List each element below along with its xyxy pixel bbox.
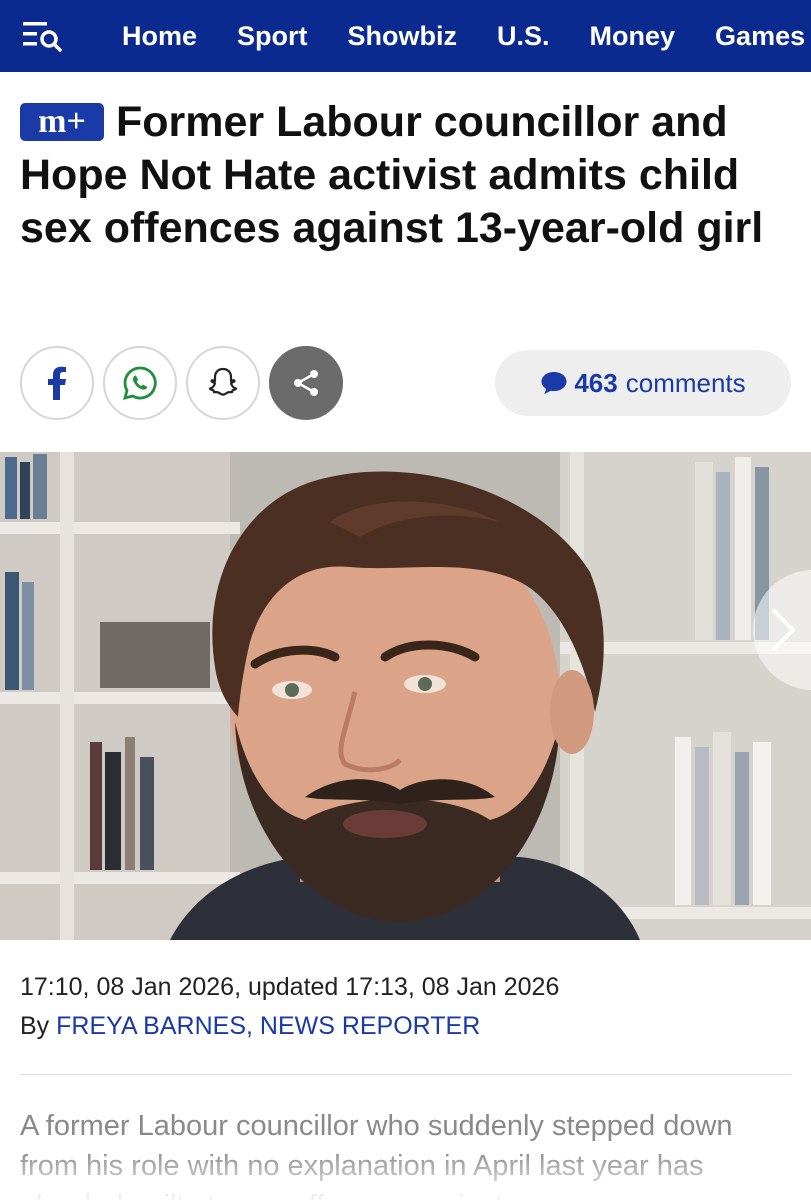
menu-search-button[interactable] bbox=[0, 0, 84, 72]
comments-count: 463 bbox=[574, 367, 618, 398]
nav-item-sport[interactable]: Sport bbox=[237, 21, 308, 52]
hero-photo-illustration bbox=[0, 452, 811, 940]
nav-item-showbiz[interactable]: Showbiz bbox=[348, 21, 458, 52]
whatsapp-icon bbox=[123, 366, 157, 400]
byline-prefix: By bbox=[20, 1012, 57, 1040]
nav-item-games[interactable]: Games bbox=[715, 21, 805, 52]
nav-item-money[interactable]: Money bbox=[590, 21, 676, 52]
snapchat-share-button[interactable] bbox=[186, 346, 260, 420]
nav-item-home[interactable]: Home bbox=[122, 21, 197, 52]
comments-button[interactable]: 463 comments bbox=[495, 350, 791, 416]
paywall-fade-overlay bbox=[0, 1150, 811, 1200]
article-headline: m+ Former Labour councillor and Hope Not … bbox=[20, 96, 795, 255]
more-share-button[interactable] bbox=[269, 346, 343, 420]
top-navigation-bar: Home Sport Showbiz U.S. Money Games bbox=[0, 0, 811, 72]
snapchat-icon bbox=[208, 367, 238, 396]
nav-item-us[interactable]: U.S. bbox=[497, 21, 550, 52]
menu-search-icon bbox=[23, 22, 62, 52]
facebook-share-button[interactable] bbox=[20, 346, 94, 420]
facebook-icon bbox=[48, 366, 66, 400]
chevron-right-icon bbox=[772, 609, 795, 651]
mail-plus-badge: m+ bbox=[20, 103, 104, 141]
share-icon bbox=[294, 370, 318, 396]
comment-bubble-icon bbox=[541, 372, 567, 394]
author-link[interactable]: FREYA BARNES, NEWS REPORTER bbox=[56, 1012, 480, 1040]
headline-text: Former Labour councillor and Hope Not Ha… bbox=[20, 98, 764, 252]
article-hero-image[interactable] bbox=[0, 452, 811, 940]
whatsapp-share-button[interactable] bbox=[103, 346, 177, 420]
share-bar: 463 comments bbox=[20, 346, 791, 420]
section-divider bbox=[20, 1074, 791, 1075]
article-timestamp: 17:10, 08 Jan 2026, updated 17:13, 08 Ja… bbox=[20, 973, 560, 1001]
article-byline: By FREYA BARNES, NEWS REPORTER bbox=[20, 1012, 480, 1041]
comments-label: comments bbox=[625, 367, 746, 398]
